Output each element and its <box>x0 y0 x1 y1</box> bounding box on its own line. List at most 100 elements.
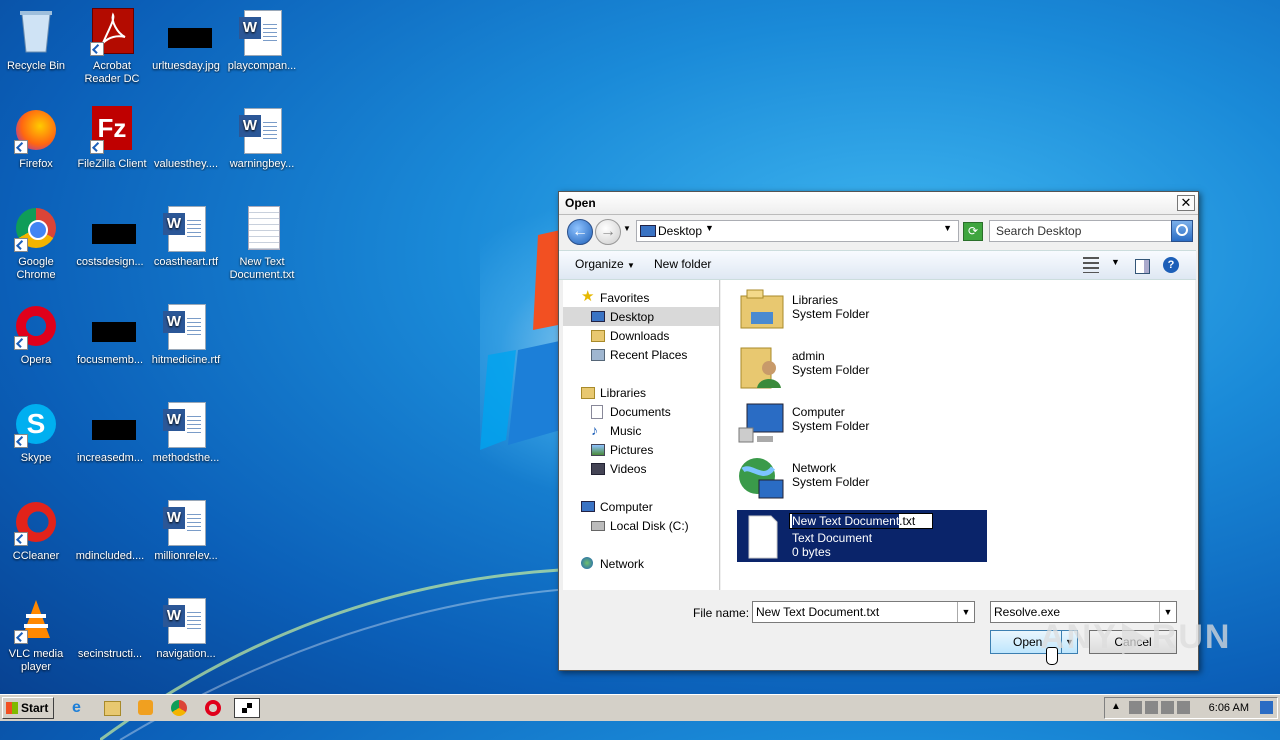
file-item-computer[interactable]: Computer System Folder <box>737 398 987 450</box>
desktop-icon-mdincluded[interactable]: mdincluded.... <box>72 498 148 563</box>
shortcut-arrow-icon <box>90 42 104 56</box>
help-icon[interactable]: ? <box>1163 257 1179 273</box>
computer-icon <box>738 403 784 443</box>
chevron-down-icon[interactable]: ▼ <box>957 602 974 622</box>
desktop-icon-methodsthe[interactable]: methodsthe... <box>148 400 224 465</box>
chrome-taskbar-icon[interactable] <box>171 700 187 716</box>
nav-documents[interactable]: Documents <box>563 402 719 421</box>
file-explorer-icon[interactable] <box>104 701 121 716</box>
desktop-icon-coastheart[interactable]: coastheart.rtf <box>148 204 224 269</box>
new-folder-button[interactable]: New folder <box>654 257 711 271</box>
preview-pane-icon[interactable] <box>1135 259 1150 274</box>
desktop-icon-label: Opera <box>20 354 52 366</box>
desktop-icon <box>591 311 605 322</box>
media-player-icon[interactable] <box>138 700 153 715</box>
file-item-libraries[interactable]: Libraries System Folder <box>737 286 987 338</box>
word-document-icon <box>163 402 206 448</box>
desktop-icon-vlc[interactable]: VLC media player <box>0 596 74 674</box>
close-button[interactable]: ✕ <box>1177 195 1195 211</box>
desktop-icon-label: methodsthe... <box>152 452 220 464</box>
view-options-dropdown-icon[interactable]: ▼ <box>1111 257 1127 273</box>
desktop-icon-hitmedicine[interactable]: hitmedicine.rtf <box>148 302 224 367</box>
clock[interactable]: 6:06 AM <box>1209 702 1249 714</box>
desktop-icon-label: Firefox <box>19 158 53 170</box>
back-button[interactable]: ← <box>567 219 593 245</box>
show-hidden-icons-icon[interactable]: ▲ <box>1111 701 1124 714</box>
music-icon: ♪ <box>591 422 598 438</box>
flag-icon[interactable] <box>1177 701 1190 714</box>
desktop-icon-opera[interactable]: Opera <box>0 302 74 367</box>
hand-cursor-icon <box>1046 647 1058 665</box>
desktop-icon-increasedm[interactable]: increasedm... <box>72 400 148 465</box>
nav-local-disk[interactable]: Local Disk (C:) <box>563 516 719 535</box>
nav-music[interactable]: ♪ Music <box>563 421 719 440</box>
desktop-icon-label: playcompan... <box>227 60 297 72</box>
desktop-icon-playcompan[interactable]: playcompan... <box>224 8 300 73</box>
desktop-icon-label: Acrobat Reader DC <box>84 60 140 85</box>
desktop-icon-label: valuesthey.... <box>154 158 218 170</box>
desktop-icon-new-text-document[interactable]: New Text Document.txt <box>224 204 300 282</box>
address-history-dropdown-icon[interactable]: ▼ <box>943 223 952 233</box>
word-document-icon <box>239 10 282 56</box>
file-name-field[interactable]: New Text Document.txt ▼ <box>752 601 975 623</box>
desktop-icon-secinstructi[interactable]: secinstructi... <box>72 596 148 661</box>
internet-explorer-icon[interactable]: e <box>72 699 90 717</box>
active-window-icon[interactable] <box>234 698 260 718</box>
search-placeholder: Search Desktop <box>996 224 1082 238</box>
change-view-icon[interactable] <box>1083 257 1099 273</box>
search-icon[interactable] <box>1171 220 1193 242</box>
desktop-icon-warningbey[interactable]: warningbey... <box>224 106 300 171</box>
desktop-icon-navigation[interactable]: navigation... <box>148 596 224 661</box>
chevron-down-icon[interactable]: ▼ <box>705 223 714 233</box>
volume-icon[interactable] <box>1161 701 1174 714</box>
desktop-icon-recycle-bin[interactable]: Recycle Bin <box>0 8 74 73</box>
desktop-icon-skype[interactable]: S Skype <box>0 400 74 465</box>
address-breadcrumb[interactable]: Desktop <box>658 224 702 238</box>
show-desktop-icon[interactable] <box>1260 701 1273 714</box>
nav-network[interactable]: Network <box>563 554 719 573</box>
desktop-icon-filezilla[interactable]: Fz FileZilla Client <box>74 106 150 171</box>
network-tray-icon[interactable] <box>1129 701 1142 714</box>
organize-button[interactable]: Organize ▼ <box>575 257 635 271</box>
file-item-network[interactable]: Network System Folder <box>737 454 987 506</box>
word-document-icon <box>163 304 206 350</box>
nav-videos[interactable]: Videos <box>563 459 719 478</box>
desktop-icon-valuesthey[interactable]: valuesthey.... <box>148 106 224 171</box>
nav-computer[interactable]: Computer <box>563 497 719 516</box>
search-input[interactable]: Search Desktop <box>989 220 1172 242</box>
address-bar[interactable]: Desktop ▼ ▼ <box>636 220 959 242</box>
desktop-icon-urltuesday[interactable]: urltuesday.jpg <box>148 8 224 73</box>
desktop-icon-acrobat[interactable]: Acrobat Reader DC <box>74 8 150 86</box>
nav-desktop[interactable]: Desktop <box>563 307 719 326</box>
forward-button[interactable]: → <box>595 219 621 245</box>
nav-recent-places[interactable]: Recent Places <box>563 345 719 364</box>
nav-downloads[interactable]: Downloads <box>563 326 719 345</box>
user-folder-icon <box>740 347 781 389</box>
desktop-icon-focusmemb[interactable]: focusmemb... <box>72 302 148 367</box>
recent-locations-dropdown-icon[interactable]: ▼ <box>623 224 631 233</box>
nav-libraries[interactable]: Libraries <box>563 383 719 402</box>
rename-text-field[interactable]: New Text Document.txt <box>789 513 933 529</box>
word-document-icon <box>163 500 206 546</box>
nav-favorites[interactable]: ★ Favorites <box>563 288 719 307</box>
desktop-icon-firefox[interactable]: Firefox <box>0 106 74 171</box>
file-item-new-text-document[interactable]: New Text Document.txt Text Document 0 by… <box>737 510 987 562</box>
desktop-icon-costsdesign[interactable]: costsdesign... <box>72 204 148 269</box>
system-tray: ▲ 6:06 AM <box>1104 697 1278 719</box>
opera-taskbar-icon[interactable] <box>205 700 221 716</box>
dialog-titlebar[interactable]: Open ✕ <box>559 192 1198 215</box>
start-button[interactable]: Start <box>2 697 54 719</box>
desktop-icon-ccleaner[interactable]: CCleaner <box>0 498 74 563</box>
desktop-icon-label: navigation... <box>156 648 216 660</box>
file-name-label: File name: <box>693 606 750 620</box>
anyrun-watermark: ANY RUN <box>1040 618 1232 656</box>
redacted-thumbnail-icon <box>92 420 136 440</box>
refresh-button[interactable]: ⟳ <box>963 222 983 241</box>
action-center-icon[interactable] <box>1145 701 1158 714</box>
desktop-icon-google-chrome[interactable]: Google Chrome <box>0 204 74 282</box>
file-item-admin[interactable]: admin System Folder <box>737 342 987 394</box>
libraries-icon <box>581 387 595 399</box>
desktop-icon-millionrelev[interactable]: millionrelev... <box>148 498 224 563</box>
shortcut-arrow-icon <box>14 630 28 644</box>
nav-pictures[interactable]: Pictures <box>563 440 719 459</box>
